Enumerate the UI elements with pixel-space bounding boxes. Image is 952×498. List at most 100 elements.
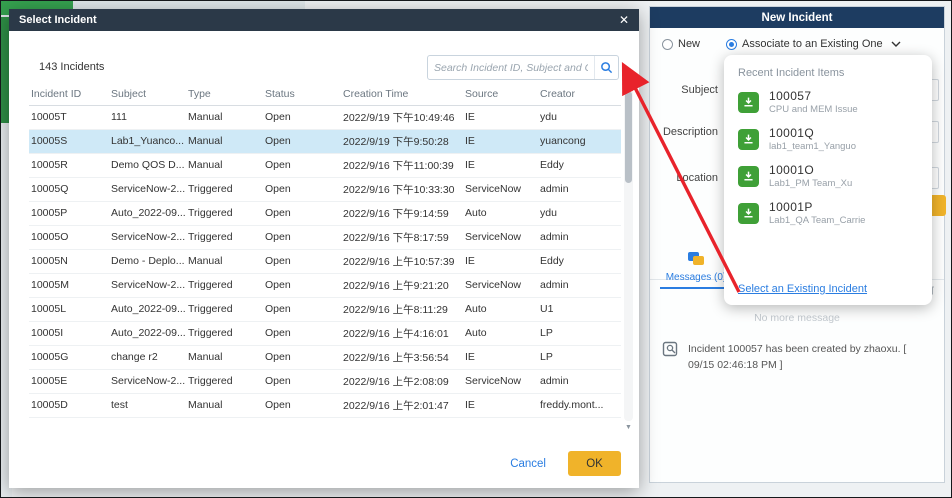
- table-row[interactable]: 10005NDemo - Deplo...ManualOpen2022/9/16…: [29, 249, 621, 273]
- table-cell: 10005T: [29, 105, 109, 129]
- table-row[interactable]: 10005QServiceNow-2...TriggeredOpen2022/9…: [29, 177, 621, 201]
- table-cell: 10005O: [29, 225, 109, 249]
- table-cell: freddy.mont...: [538, 393, 621, 417]
- column-header: Status: [263, 83, 341, 105]
- column-header: Creator: [538, 83, 621, 105]
- table-row[interactable]: 10005Gchange r2ManualOpen2022/9/16 上午3:5…: [29, 345, 621, 369]
- close-icon[interactable]: ✕: [619, 13, 629, 27]
- table-cell: LP: [538, 345, 621, 369]
- table-cell: Auto_2022-09...: [109, 321, 186, 345]
- recent-incident-item[interactable]: 10001OLab1_PM Team_Xu: [738, 163, 918, 189]
- column-header: Creation Time: [341, 83, 463, 105]
- table-cell: ServiceNow: [463, 273, 538, 297]
- dropdown-title: Recent Incident Items: [738, 67, 918, 79]
- table-row[interactable]: 10005LAuto_2022-09...TriggeredOpen2022/9…: [29, 297, 621, 321]
- screenshot-root: Select Incident ✕ 143 Incidents Incident…: [0, 0, 952, 498]
- table-cell: Manual: [186, 345, 263, 369]
- table-row[interactable]: 10005EServiceNow-2...TriggeredOpen2022/9…: [29, 369, 621, 393]
- table-cell: Manual: [186, 249, 263, 273]
- table-cell: 2022/9/19 下午9:50:28: [341, 129, 463, 153]
- table-cell: Open: [263, 393, 341, 417]
- column-header: Source: [463, 83, 538, 105]
- incident-name: Lab1_PM Team_Xu: [769, 178, 852, 189]
- table-cell: 2022/9/16 下午10:33:30: [341, 177, 463, 201]
- table-cell: ydu: [538, 105, 621, 129]
- message-text: Incident 100057 has been created by zhao…: [688, 341, 934, 374]
- dropdown-item-list: 100057CPU and MEM Issue 10001Qlab1_team1_…: [738, 89, 918, 226]
- select-incident-modal: Select Incident ✕ 143 Incidents Incident…: [9, 9, 639, 488]
- incident-name: Lab1_QA Team_Carrie: [769, 215, 865, 226]
- association-radio-group: New Associate to an Existing One: [662, 38, 901, 50]
- modal-title-bar: Select Incident ✕: [9, 9, 639, 31]
- table-cell: IE: [463, 153, 538, 177]
- ok-button[interactable]: OK: [568, 451, 621, 476]
- select-existing-incident-link[interactable]: Select an Existing Incident: [738, 283, 867, 295]
- table-row[interactable]: 10005SLab1_Yuanco...ManualOpen2022/9/19 …: [29, 129, 621, 153]
- table-cell: 10005G: [29, 345, 109, 369]
- table-scrollbar[interactable]: ▼: [624, 85, 633, 421]
- radio-associate-existing[interactable]: Associate to an Existing One: [726, 38, 901, 50]
- tab-messages[interactable]: Messages (0): [660, 252, 732, 289]
- table-cell: Demo QOS D...: [109, 153, 186, 177]
- scrollbar-thumb[interactable]: [625, 91, 632, 183]
- table-row[interactable]: 10005MServiceNow-2...TriggeredOpen2022/9…: [29, 273, 621, 297]
- table-cell: IE: [463, 105, 538, 129]
- radio-existing-dot[interactable]: [726, 39, 737, 50]
- recent-incident-item[interactable]: 10001Qlab1_team1_Yanguo: [738, 126, 918, 152]
- table-cell: admin: [538, 177, 621, 201]
- table-cell: Demo - Deplo...: [109, 249, 186, 273]
- field-label: Description: [658, 126, 718, 138]
- table-cell: 10005P: [29, 201, 109, 225]
- radio-new[interactable]: New: [662, 38, 700, 50]
- radio-new-dot[interactable]: [662, 39, 673, 50]
- table-cell: 2022/9/16 上午8:11:29: [341, 297, 463, 321]
- incident-icon: [738, 92, 759, 113]
- table-cell: ydu: [538, 201, 621, 225]
- table-cell: LP: [538, 321, 621, 345]
- recent-incident-item[interactable]: 10001PLab1_QA Team_Carrie: [738, 200, 918, 226]
- incident-search: [427, 55, 619, 80]
- table-cell: IE: [463, 393, 538, 417]
- table-row[interactable]: 10005OServiceNow-2...TriggeredOpen2022/9…: [29, 225, 621, 249]
- incident-icon: [738, 129, 759, 150]
- table-cell: 2022/9/16 下午8:17:59: [341, 225, 463, 249]
- incident-id: 100057: [769, 89, 858, 103]
- cancel-button[interactable]: Cancel: [510, 458, 546, 470]
- column-header: Incident ID: [29, 83, 109, 105]
- table-row[interactable]: 10005RDemo QOS D...ManualOpen2022/9/16 下…: [29, 153, 621, 177]
- incident-id: 10001P: [769, 200, 865, 214]
- chevron-down-icon[interactable]: [891, 38, 901, 50]
- modal-title: Select Incident: [19, 14, 97, 26]
- table-cell: Open: [263, 297, 341, 321]
- table-row[interactable]: 10005DtestManualOpen2022/9/16 上午2:01:47I…: [29, 393, 621, 417]
- table-cell: Eddy: [538, 249, 621, 273]
- table-cell: test: [109, 393, 186, 417]
- tab-messages-label: Messages (0): [660, 272, 732, 283]
- recent-incident-item[interactable]: 100057CPU and MEM Issue: [738, 89, 918, 115]
- table-cell: Open: [263, 345, 341, 369]
- recent-incidents-dropdown: Recent Incident Items 100057CPU and MEM …: [724, 55, 932, 305]
- scrollbar-down-arrow[interactable]: ▼: [624, 423, 633, 433]
- table-cell: 2022/9/16 上午9:21:20: [341, 273, 463, 297]
- table-cell: Triggered: [186, 273, 263, 297]
- search-input[interactable]: [428, 62, 594, 74]
- table-row[interactable]: 10005PAuto_2022-09...TriggeredOpen2022/9…: [29, 201, 621, 225]
- table-cell: Open: [263, 129, 341, 153]
- table-cell: Open: [263, 369, 341, 393]
- search-icon[interactable]: [594, 56, 618, 79]
- table-cell: 10005R: [29, 153, 109, 177]
- table-row[interactable]: 10005IAuto_2022-09...TriggeredOpen2022/9…: [29, 321, 621, 345]
- table-cell: 10005D: [29, 393, 109, 417]
- table-cell: Open: [263, 249, 341, 273]
- table-cell: Eddy: [538, 153, 621, 177]
- table-cell: ServiceNow: [463, 177, 538, 201]
- table-cell: Open: [263, 225, 341, 249]
- table-cell: 2022/9/16 上午3:56:54: [341, 345, 463, 369]
- table-cell: Triggered: [186, 225, 263, 249]
- table-cell: ServiceNow-2...: [109, 369, 186, 393]
- table-cell: 2022/9/19 下午10:49:46: [341, 105, 463, 129]
- table-cell: Triggered: [186, 177, 263, 201]
- table-cell: Triggered: [186, 369, 263, 393]
- table-row[interactable]: 10005T111ManualOpen2022/9/19 下午10:49:46I…: [29, 105, 621, 129]
- table-cell: 10005Q: [29, 177, 109, 201]
